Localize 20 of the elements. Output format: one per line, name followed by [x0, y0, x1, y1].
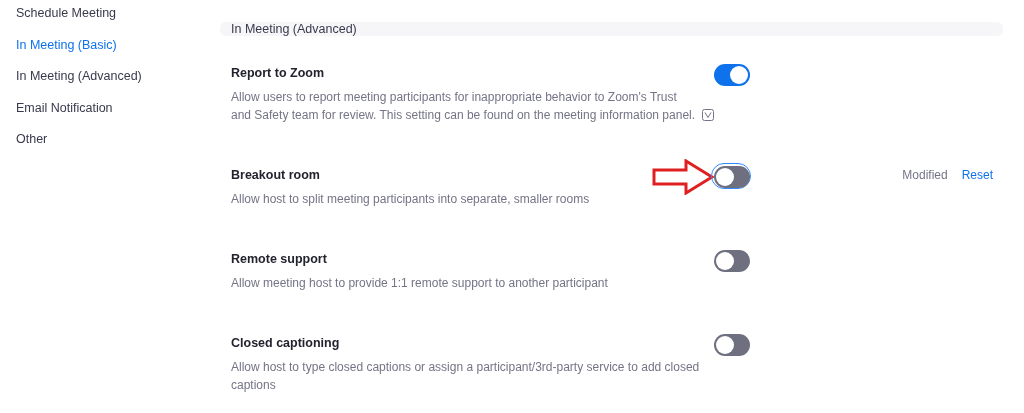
status-label: Modified [902, 167, 948, 184]
setting-description: Allow users to report meeting participants for inappropriate behavior to Zoom's Trust and Safety team for review. This setting can be found on the meeting information panel. [231, 89, 697, 124]
sidebar-item[interactable]: Schedule Meeting [16, 4, 220, 36]
section-header: In Meeting (Advanced) [220, 22, 1003, 36]
setting-description: Allow meeting host to provide 1:1 remote support to another participant [231, 275, 608, 292]
setting-title: Closed captioning [231, 335, 341, 352]
sidebar-item[interactable]: In Meeting (Basic) [16, 35, 220, 68]
setting-description: Allow host to type closed captions or assign a participant/3rd-party service to add closed captions [231, 359, 701, 394]
sidebar-item[interactable]: Other [16, 130, 220, 162]
setting-description: Allow host to split meeting participants into separate, smaller rooms [231, 191, 590, 208]
setting-title: Breakout room [231, 167, 321, 184]
setting-title: Remote support [231, 251, 328, 268]
setting-title: Report to Zoom [231, 65, 326, 82]
toggle-switch[interactable] [714, 64, 750, 86]
reset-link[interactable]: Reset [961, 166, 993, 208]
sidebar-item[interactable]: Email Notification [16, 98, 220, 131]
toggle-switch[interactable] [714, 250, 750, 272]
note-icon[interactable] [702, 109, 714, 121]
sidebar-item[interactable]: In Meeting (Advanced) [16, 67, 220, 99]
toggle-switch[interactable] [714, 334, 750, 356]
